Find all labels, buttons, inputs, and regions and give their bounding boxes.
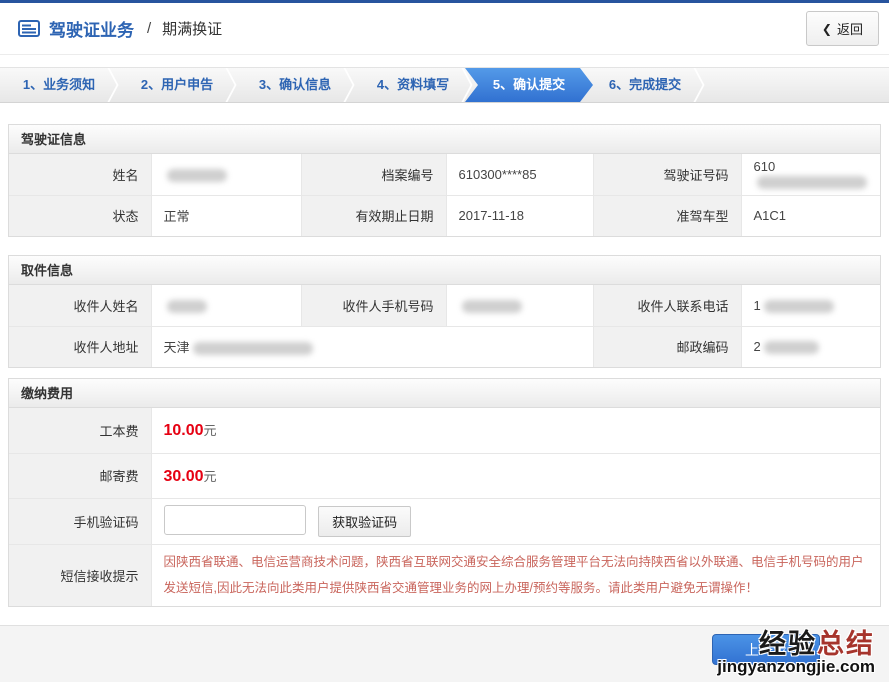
sms-notice-text: 因陕西省联通、电信运营商技术问题，陕西省互联网交通安全综合服务管理平台无法向持陕… (164, 545, 869, 606)
main-content: 驾驶证信息 姓名 档案编号 610300****85 驾驶证号码 610 状态 … (0, 103, 889, 607)
breadcrumb: 驾驶证业务 / 期满换证 (18, 16, 222, 41)
page-subtitle: 期满换证 (162, 18, 222, 39)
page-title: 驾驶证业务 (49, 16, 134, 41)
pickup-info-section: 取件信息 收件人姓名 收件人手机号码 收件人联系电话 1 收件人地址 天津 邮政… (8, 255, 881, 368)
expiry-label: 有效期止日期 (301, 195, 446, 236)
table-row: 状态 正常 有效期止日期 2017-11-18 准驾车型 A1C1 (9, 195, 880, 236)
status-value: 正常 (151, 195, 301, 236)
sms-code-cell: 获取验证码 (151, 498, 880, 544)
file-no-label: 档案编号 (301, 154, 446, 195)
back-button-label: 返回 (837, 19, 863, 38)
redacted-value (167, 169, 227, 182)
step-6-complete-submit[interactable]: 6、完成提交 (586, 68, 704, 102)
sms-code-input[interactable] (164, 505, 306, 535)
postage-fee-amount: 30.00 (164, 468, 204, 485)
postage-fee-value: 30.00元 (151, 453, 880, 498)
breadcrumb-divider: / (147, 20, 151, 37)
postage-fee-unit: 元 (204, 469, 217, 484)
table-row: 手机验证码 获取验证码 (9, 498, 880, 544)
postcode-label: 邮政编码 (593, 326, 741, 367)
cost-fee-amount: 10.00 (164, 422, 204, 439)
cost-fee-label: 工本费 (9, 408, 151, 453)
vehicle-class-value: A1C1 (741, 195, 880, 236)
step-4-fill-data[interactable]: 4、资料填写 (354, 68, 472, 102)
table-row: 短信接收提示 因陕西省联通、电信运营商技术问题，陕西省互联网交通安全综合服务管理… (9, 544, 880, 606)
recipient-mobile-label: 收件人手机号码 (301, 285, 446, 326)
fees-title: 缴纳费用 (9, 379, 880, 408)
license-card-icon (18, 20, 40, 37)
sms-notice-cell: 因陕西省联通、电信运营商技术问题，陕西省互联网交通安全综合服务管理平台无法向持陕… (151, 544, 880, 606)
fees-table: 工本费 10.00元 邮寄费 30.00元 手机验证码 获取验证码 短信接收提示… (9, 408, 880, 606)
table-row: 工本费 10.00元 (9, 408, 880, 453)
redacted-value (764, 341, 819, 354)
recipient-name-label: 收件人姓名 (9, 285, 151, 326)
sms-code-label: 手机验证码 (9, 498, 151, 544)
step-1-business-notice[interactable]: 1、业务须知 (0, 68, 118, 102)
pickup-info-title: 取件信息 (9, 256, 880, 285)
wizard-step-bar: 1、业务须知 2、用户申告 3、确认信息 4、资料填写 5、确认提交 6、完成提… (0, 67, 889, 103)
vehicle-class-label: 准驾车型 (593, 195, 741, 236)
license-info-title: 驾驶证信息 (9, 125, 880, 154)
redacted-value (462, 300, 522, 313)
get-code-button[interactable]: 获取验证码 (318, 506, 411, 537)
step-3-confirm-info[interactable]: 3、确认信息 (236, 68, 354, 102)
file-no-value: 610300****85 (446, 154, 593, 195)
status-label: 状态 (9, 195, 151, 236)
back-button[interactable]: ❮ 返回 (806, 11, 879, 46)
redacted-value (764, 300, 834, 313)
cost-fee-unit: 元 (204, 423, 217, 438)
table-row: 收件人姓名 收件人手机号码 收件人联系电话 1 (9, 285, 880, 326)
postage-fee-label: 邮寄费 (9, 453, 151, 498)
postcode-value: 2 (741, 326, 880, 367)
table-row: 收件人地址 天津 邮政编码 2 (9, 326, 880, 367)
recipient-phone-value: 1 (741, 285, 880, 326)
cost-fee-value: 10.00元 (151, 408, 880, 453)
recipient-phone-label: 收件人联系电话 (593, 285, 741, 326)
license-no-value: 610 (741, 154, 880, 195)
table-row: 姓名 档案编号 610300****85 驾驶证号码 610 (9, 154, 880, 195)
fees-section: 缴纳费用 工本费 10.00元 邮寄费 30.00元 手机验证码 获取验证码 短… (8, 378, 881, 607)
recipient-name-value (151, 285, 301, 326)
step-2-user-declaration[interactable]: 2、用户申告 (118, 68, 236, 102)
redacted-value (757, 176, 867, 189)
redacted-value (193, 342, 313, 355)
page-header: 驾驶证业务 / 期满换证 ❮ 返回 (0, 3, 889, 55)
previous-step-button[interactable]: 上一步 (712, 634, 820, 665)
footer-action-bar: 上一步 (0, 625, 889, 682)
recipient-mobile-value (446, 285, 593, 326)
recipient-address-value: 天津 (151, 326, 593, 367)
table-row: 邮寄费 30.00元 (9, 453, 880, 498)
redacted-value (167, 300, 207, 313)
sms-notice-label: 短信接收提示 (9, 544, 151, 606)
name-value (151, 154, 301, 195)
license-info-table: 姓名 档案编号 610300****85 驾驶证号码 610 状态 正常 有效期… (9, 154, 880, 236)
license-info-section: 驾驶证信息 姓名 档案编号 610300****85 驾驶证号码 610 状态 … (8, 124, 881, 237)
recipient-address-label: 收件人地址 (9, 326, 151, 367)
expiry-value: 2017-11-18 (446, 195, 593, 236)
name-label: 姓名 (9, 154, 151, 195)
license-no-label: 驾驶证号码 (593, 154, 741, 195)
step-5-confirm-submit-active[interactable]: 5、确认提交 (465, 68, 593, 102)
back-chevron-icon: ❮ (822, 22, 832, 36)
pickup-info-table: 收件人姓名 收件人手机号码 收件人联系电话 1 收件人地址 天津 邮政编码 2 (9, 285, 880, 367)
